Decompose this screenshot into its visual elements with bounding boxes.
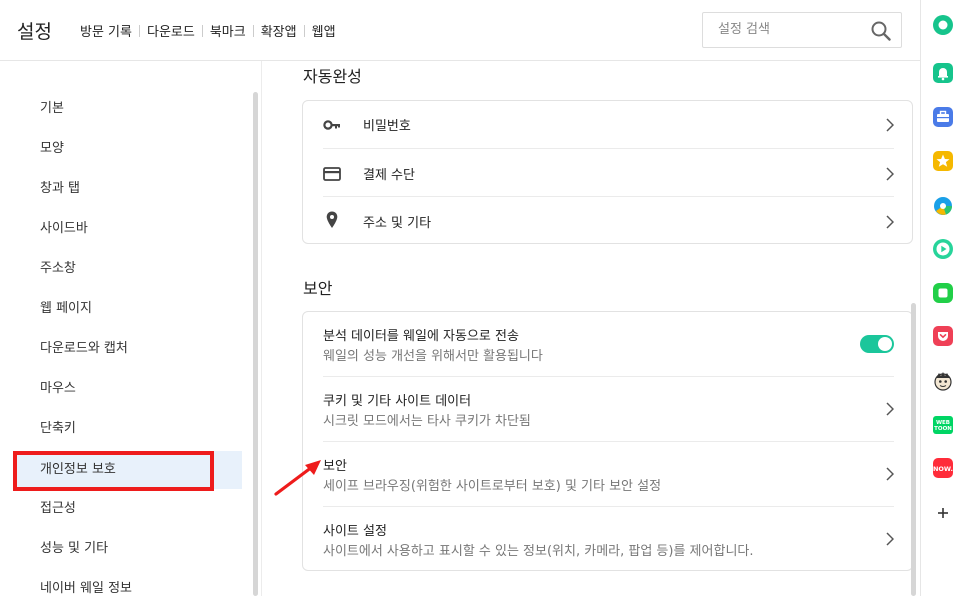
webtoon-icon[interactable]: WEB TOON xyxy=(932,414,954,436)
security-row-analytics[interactable]: 분석 데이터를 웨일에 자동으로 전송 웨일의 성능 개선을 위해서만 활용됩니… xyxy=(323,312,894,376)
sidebar-item-performance[interactable]: 성능 및 기타 xyxy=(14,530,242,568)
red-pocket-icon[interactable] xyxy=(932,325,954,347)
cookies-label: 쿠키 및 기타 사이트 데이터 xyxy=(323,394,472,409)
site-settings-sublabel: 사이트에서 사용하고 표시할 수 있는 정보(위치, 카메라, 팝업 등)를 제… xyxy=(323,544,754,559)
nav-bookmarks-link[interactable]: 북마크 xyxy=(210,21,246,40)
security-row-cookies[interactable]: 쿠키 및 기타 사이트 데이터 시크릿 모드에서는 타사 쿠키가 차단됨 xyxy=(323,377,895,441)
location-pin-icon xyxy=(326,211,338,233)
nav-separator xyxy=(252,24,254,37)
security-card: 분석 데이터를 웨일에 자동으로 전송 웨일의 성능 개선을 위해서만 활용됩니… xyxy=(302,311,913,571)
analytics-label: 분석 데이터를 웨일에 자동으로 전송 xyxy=(323,329,519,344)
analytics-sublabel: 웨일의 성능 개선을 위해서만 활용됩니다 xyxy=(323,349,543,364)
key-icon xyxy=(323,117,341,136)
sidebar-scrollbar[interactable] xyxy=(253,92,258,596)
addresses-label: 주소 및 기타 xyxy=(363,216,432,231)
nav-webapps-link[interactable]: 웹앱 xyxy=(312,21,336,40)
chevron-right-icon xyxy=(886,117,895,136)
nav-extensions-link[interactable]: 확장앱 xyxy=(261,21,297,40)
autofill-row-payment[interactable]: 결제 수단 xyxy=(323,149,895,196)
sidebar-divider xyxy=(261,61,262,596)
top-nav: 방문 기록 다운로드 북마크 확장앱 웹앱 xyxy=(80,21,336,40)
chevron-right-icon xyxy=(886,531,895,550)
chevron-right-icon xyxy=(886,466,895,485)
green-circle-app-icon[interactable] xyxy=(932,14,954,36)
settings-search-box[interactable] xyxy=(702,12,902,48)
credit-card-icon xyxy=(323,166,341,185)
now-label: NOW. xyxy=(933,465,953,473)
pie-chart-icon[interactable] xyxy=(932,195,954,217)
nav-history-link[interactable]: 방문 기록 xyxy=(80,21,132,40)
content-scrollbar[interactable] xyxy=(911,303,916,596)
chevron-right-icon xyxy=(886,166,895,185)
payment-methods-label: 결제 수단 xyxy=(363,168,415,183)
security-sublabel: 세이프 브라우징(위험한 사이트로부터 보호) 및 기타 보안 설정 xyxy=(323,479,662,494)
page-title: 설정 xyxy=(17,21,52,43)
site-settings-label: 사이트 설정 xyxy=(323,524,387,539)
character-avatar-icon[interactable] xyxy=(932,370,954,392)
add-icon[interactable] xyxy=(932,502,954,524)
autofill-row-passwords[interactable]: 비밀번호 xyxy=(323,101,895,148)
nav-separator xyxy=(303,24,305,37)
settings-search-input[interactable] xyxy=(716,21,870,38)
settings-sidebar: 기본 모양 창과 탭 사이드바 주소창 웹 페이지 다운로드와 캡처 마우스 단… xyxy=(0,61,258,596)
chevron-right-icon xyxy=(886,401,895,420)
search-icon[interactable] xyxy=(871,21,891,45)
sidebar-item-web-page[interactable]: 웹 페이지 xyxy=(14,290,242,328)
sidebar-item-appearance[interactable]: 모양 xyxy=(14,130,242,168)
security-label: 보안 xyxy=(323,459,347,474)
chevron-right-icon xyxy=(886,214,895,233)
yellow-star-icon[interactable] xyxy=(932,150,954,172)
sidebar-item-address-bar[interactable]: 주소창 xyxy=(14,250,242,288)
sidebar-item-mouse[interactable]: 마우스 xyxy=(14,370,242,408)
right-sidebar: WEB TOON NOW. xyxy=(920,0,965,596)
sidebar-item-about-whale[interactable]: 네이버 웨일 정보 xyxy=(14,570,242,608)
analytics-toggle[interactable] xyxy=(860,335,894,353)
sidebar-item-accessibility[interactable]: 접근성 xyxy=(14,490,242,528)
nav-downloads-link[interactable]: 다운로드 xyxy=(147,21,195,40)
green-play-icon[interactable] xyxy=(932,238,954,260)
top-bar: 설정 방문 기록 다운로드 북마크 확장앱 웹앱 xyxy=(0,0,920,61)
autofill-section-title: 자동완성 xyxy=(303,67,362,86)
autofill-row-addresses[interactable]: 주소 및 기타 xyxy=(323,197,895,244)
sidebar-item-shortcuts[interactable]: 단축키 xyxy=(14,410,242,448)
security-row-site-settings[interactable]: 사이트 설정 사이트에서 사용하고 표시할 수 있는 정보(위치, 카메라, 팝… xyxy=(323,507,895,571)
sidebar-item-basic[interactable]: 기본 xyxy=(14,90,242,128)
sidebar-item-windows-tabs[interactable]: 창과 탭 xyxy=(14,170,242,208)
cookies-sublabel: 시크릿 모드에서는 타사 쿠키가 차단됨 xyxy=(323,414,531,429)
now-icon[interactable]: NOW. xyxy=(932,457,954,479)
passwords-label: 비밀번호 xyxy=(363,119,411,134)
security-section-title: 보안 xyxy=(303,279,333,298)
green-bell-icon[interactable] xyxy=(932,62,954,84)
blue-briefcase-icon[interactable] xyxy=(932,106,954,128)
webtoon-label: TOON xyxy=(934,426,952,432)
red-arrow-annotation xyxy=(274,460,321,496)
nav-separator xyxy=(201,24,203,37)
sidebar-item-downloads-capture[interactable]: 다운로드와 캡처 xyxy=(14,330,242,368)
sidebar-item-sidebar[interactable]: 사이드바 xyxy=(14,210,242,248)
green-square-icon[interactable] xyxy=(932,282,954,304)
autofill-card: 비밀번호 결제 수단 주소 및 기타 xyxy=(302,100,913,244)
highlight-annotation-box xyxy=(13,451,214,491)
security-row-security[interactable]: 보안 세이프 브라우징(위험한 사이트로부터 보호) 및 기타 보안 설정 xyxy=(323,442,895,506)
toggle-knob xyxy=(878,337,892,351)
nav-separator xyxy=(138,24,140,37)
